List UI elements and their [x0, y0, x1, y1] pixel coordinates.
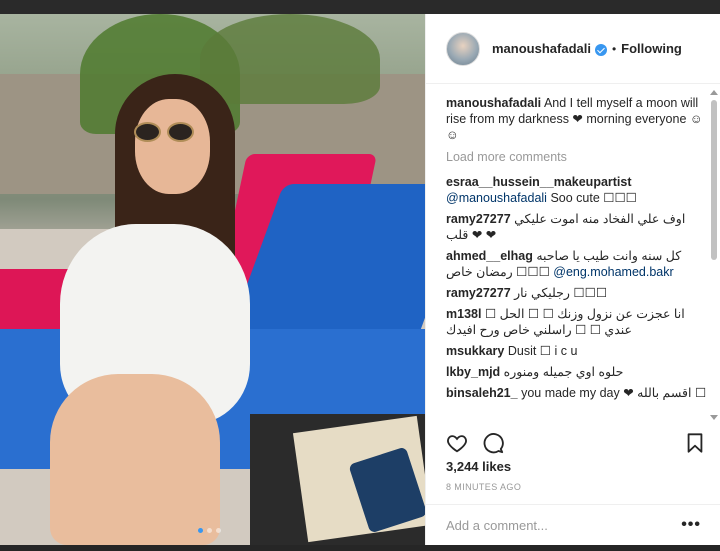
- comment-item: esraa__hussein__makeupartist @manoushafa…: [446, 174, 707, 206]
- scroll-thumb[interactable]: [711, 100, 717, 260]
- comment-username[interactable]: ahmed__elhag: [446, 249, 533, 263]
- post-header: manoushafadali • Following: [426, 14, 720, 84]
- post-view: manoushafadali • Following manoushafadal…: [0, 14, 720, 545]
- comment-item: ramy27277 رجليكي نار ☐☐☐: [446, 285, 707, 301]
- add-comment-bar: Add a comment... •••: [426, 504, 720, 545]
- add-comment-input[interactable]: Add a comment...: [446, 518, 681, 533]
- comments-list[interactable]: manoushafadali And I tell myself a moon …: [426, 85, 720, 430]
- photo-sunglasses: [134, 122, 196, 142]
- caption: manoushafadali And I tell myself a moon …: [446, 95, 707, 143]
- comment-text: you made my day ❤ اقسم بالله ☐: [521, 386, 707, 400]
- top-strip: [0, 0, 720, 14]
- avatar[interactable]: [446, 31, 480, 66]
- comment-text: حلوه اوي جميله ومنوره: [503, 365, 624, 379]
- more-options-button[interactable]: •••: [681, 516, 701, 534]
- comment-item: m138l ☐ انا عجزت عن نزول وزنك ☐ ☐ الحل ع…: [446, 306, 707, 338]
- comment-item: ramy27277 اوف علي الفخاد منه اموت عليكي …: [446, 211, 707, 243]
- comment-text: Soo cute ☐☐☐: [550, 191, 637, 205]
- comment-text: ☐ انا عجزت عن نزول وزنك ☐ ☐ الحل عندي ☐ …: [446, 307, 685, 337]
- like-count[interactable]: 3,244 likes: [446, 459, 511, 474]
- action-bar: [446, 432, 706, 456]
- comments-scrollbar[interactable]: [710, 88, 718, 422]
- bottom-strip: [0, 545, 720, 551]
- post-timestamp[interactable]: 8 MINUTES AGO: [446, 482, 521, 492]
- load-more-comments[interactable]: Load more comments: [446, 149, 707, 165]
- photo-face: [135, 99, 210, 194]
- comment-item: lkby_mjd حلوه اوي جميله ومنوره: [446, 364, 707, 380]
- scroll-down-icon[interactable]: [710, 415, 718, 420]
- comment-item: msukkary Dusit ☐ i c u: [446, 343, 707, 359]
- comment-username[interactable]: ramy27277: [446, 212, 511, 226]
- comment-username[interactable]: lkby_mjd: [446, 365, 500, 379]
- photo-palm: [200, 14, 380, 104]
- comment-text: Dusit ☐ i c u: [507, 344, 578, 358]
- header-username[interactable]: manoushafadali: [492, 41, 591, 56]
- following-button[interactable]: Following: [621, 41, 682, 56]
- comment-icon[interactable]: [482, 432, 504, 454]
- comment-item: binsaleh21_ you made my day ❤ اقسم بالله…: [446, 385, 707, 401]
- scroll-up-icon[interactable]: [710, 90, 718, 95]
- carousel-dots[interactable]: [198, 528, 221, 533]
- post-sidebar: manoushafadali • Following manoushafadal…: [425, 14, 720, 545]
- comment-mention[interactable]: @manoushafadali: [446, 191, 547, 205]
- caption-username[interactable]: manoushafadali: [446, 96, 541, 110]
- comment-item: ahmed__elhag كل سنه وانت طيب يا صاحبه رم…: [446, 248, 707, 280]
- comment-username[interactable]: esraa__hussein__makeupartist: [446, 175, 632, 189]
- comment-text: رجليكي نار ☐☐☐: [514, 286, 608, 300]
- bookmark-icon[interactable]: [684, 432, 706, 454]
- comment-username[interactable]: binsaleh21_: [446, 386, 518, 400]
- photo-legs: [50, 374, 220, 545]
- comment-username[interactable]: ramy27277: [446, 286, 511, 300]
- verified-icon: [594, 43, 607, 56]
- heart-icon[interactable]: [446, 432, 468, 454]
- comment-mention[interactable]: @eng.mohamed.bakr: [553, 265, 673, 279]
- comment-username[interactable]: msukkary: [446, 344, 504, 358]
- header-separator: •: [611, 41, 617, 56]
- post-photo[interactable]: [0, 14, 425, 545]
- comment-username[interactable]: m138l: [446, 307, 481, 321]
